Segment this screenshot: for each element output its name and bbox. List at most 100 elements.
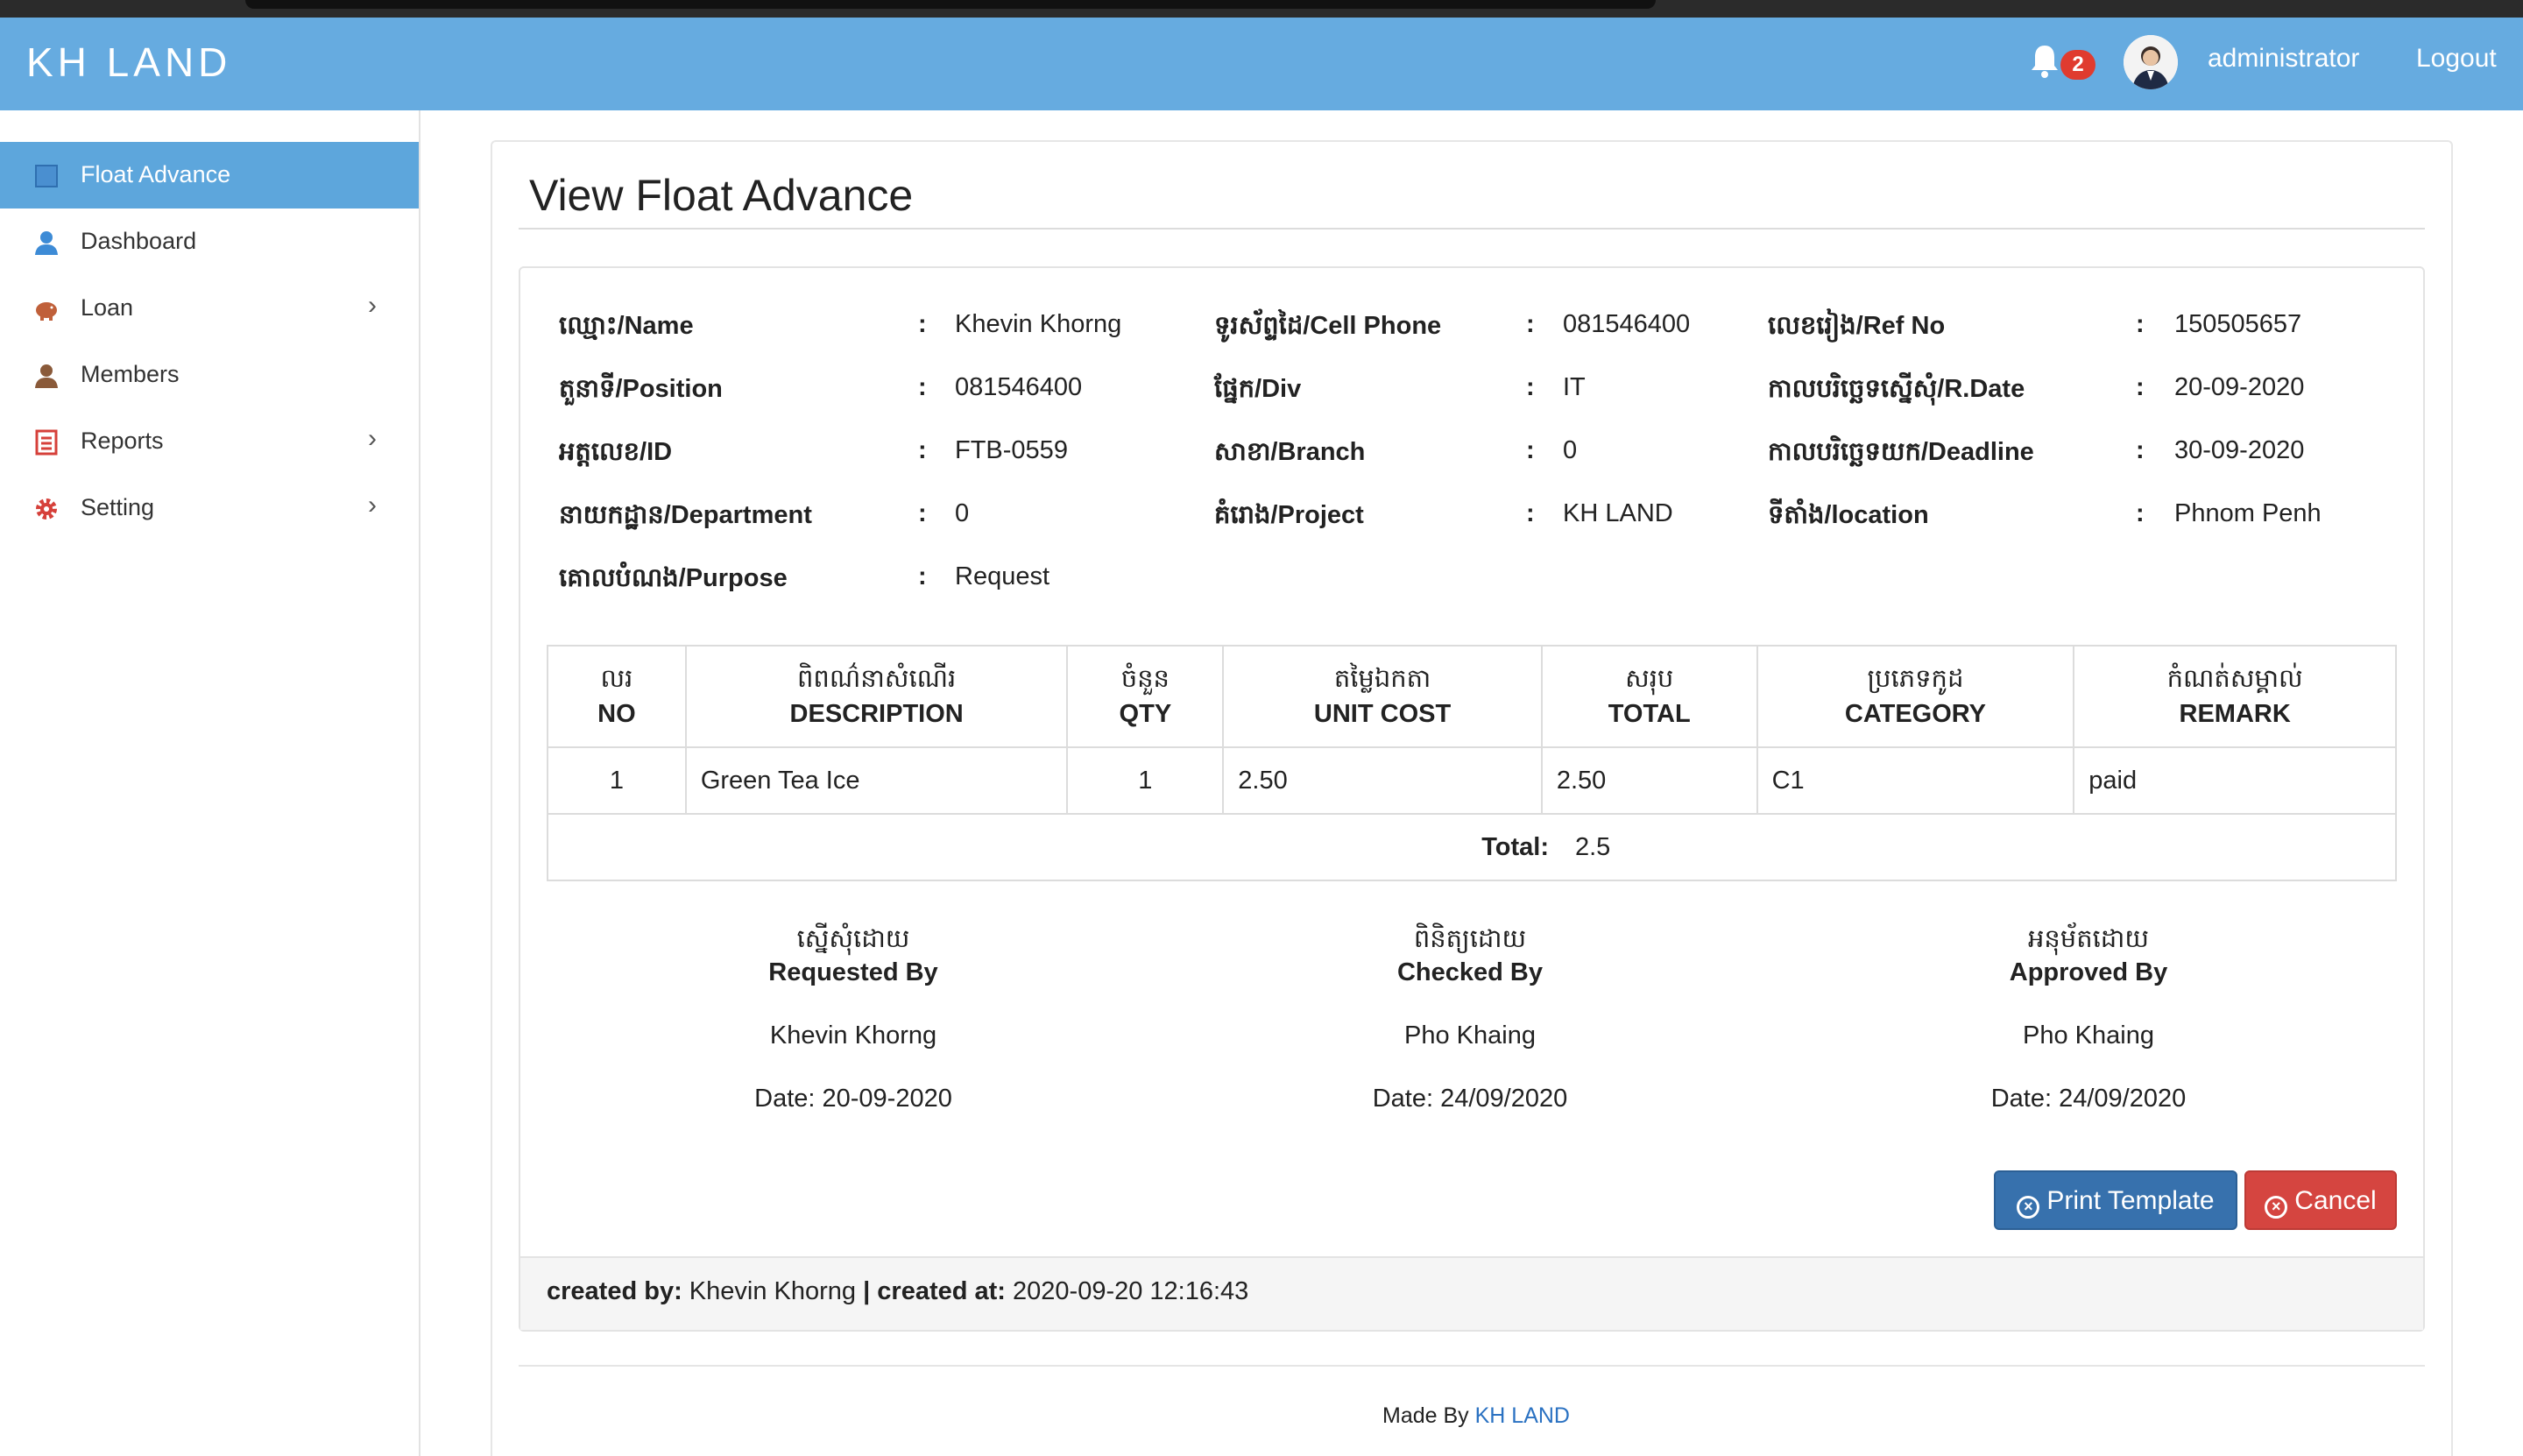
cell-description: Green Tea Ice: [684, 746, 1069, 815]
column-header-category: ប្រភេទកូដ CATEGORY: [1756, 645, 2075, 748]
colon: :: [1526, 436, 1535, 464]
notification-badge: 2: [2060, 50, 2095, 80]
sidebar-item-dashboard[interactable]: Dashboard: [0, 209, 419, 275]
branch-label: សាខា/Branch: [1214, 438, 1366, 466]
ref-no-value: 150505657: [2174, 310, 2302, 338]
cancel-button[interactable]: × Cancel: [2244, 1170, 2397, 1230]
colon: :: [918, 310, 927, 338]
close-circle-icon: ×: [2265, 1196, 2288, 1219]
total-value: 2.5: [1575, 832, 1611, 861]
top-navbar: KH LAND 2 administrator Logout: [0, 18, 2523, 110]
signature-requested: ស្នើសុំដោយ Requested By Khevin Khorng Da…: [634, 923, 1072, 1113]
chevron-right-icon: ›: [368, 291, 377, 320]
sidebar-item-loan[interactable]: Loan ›: [0, 275, 419, 342]
sidebar-item-float-advance[interactable]: Float Advance: [0, 142, 419, 209]
name-label: ឈ្មោះ/Name: [559, 312, 694, 340]
avatar[interactable]: [2124, 35, 2178, 89]
signature-label: Checked By: [1396, 958, 1543, 986]
signature-khmer-label: អនុម័តដោយ: [2027, 925, 2150, 953]
cell-phone-label: ទូរស័ព្ទដៃ/Cell Phone: [1214, 312, 1442, 340]
signature-label: Requested By: [768, 958, 938, 986]
cell-no: 1: [547, 746, 687, 815]
colon: :: [2136, 436, 2145, 464]
cell-qty: 1: [1066, 746, 1225, 815]
r-date-label: កាលបរិច្ឆេទស្នើសុំ/R.Date: [1768, 375, 2025, 403]
div-label: ផ្នែក/Div: [1214, 375, 1302, 403]
branch-value: 0: [1563, 436, 1578, 464]
project-label: គំរោង/Project: [1214, 501, 1364, 529]
column-header-unit-cost: តម្លៃឯកតា UNIT COST: [1222, 645, 1543, 748]
colon: :: [918, 499, 927, 527]
items-table: លរ NO ពិពណ៌នាសំណើរ DESCRIPTION ចំនួន QTY តម…: [547, 645, 2397, 881]
total-label: Total:: [1481, 832, 1549, 861]
made-by-footer: Made By KH LAND: [1382, 1403, 1570, 1428]
column-header-remark: កំណត់សម្គាល់ REMARK: [2073, 645, 2397, 748]
colon: :: [2136, 373, 2145, 401]
colon: :: [918, 436, 927, 464]
signature-khmer-label: ស្នើសុំដោយ: [796, 925, 910, 953]
sidebar-item-members[interactable]: Members: [0, 342, 419, 408]
piggy-bank-icon: [36, 302, 57, 321]
colon: :: [2136, 499, 2145, 527]
sidebar-item-setting[interactable]: Setting ›: [0, 475, 419, 541]
location-value: Phnom Penh: [2174, 499, 2322, 527]
grid-icon: [35, 165, 58, 187]
signature-date: Date: 24/09/2020: [1990, 1085, 2187, 1113]
id-label: អត្តលេខ/ID: [559, 438, 673, 466]
position-value: 081546400: [955, 373, 1083, 401]
page-title: View Float Advance: [529, 171, 914, 220]
cell-unit-cost: 2.50: [1222, 746, 1543, 815]
purpose-value: Request: [955, 562, 1050, 590]
department-label: នាយកដ្ឋាន/Department: [559, 501, 812, 529]
signature-name: Pho Khaing: [1404, 1021, 1536, 1050]
sidebar-item-label: Reports: [81, 428, 164, 454]
r-date-value: 20-09-2020: [2174, 373, 2305, 401]
colon: :: [1526, 499, 1535, 527]
sidebar: Float Advance Dashboard Loan › Members R…: [0, 110, 420, 1456]
colon: :: [918, 562, 927, 590]
bell-icon[interactable]: [2027, 42, 2062, 81]
sidebar-item-label: Loan: [81, 294, 134, 321]
divider: [519, 228, 2425, 230]
sidebar-item-reports[interactable]: Reports ›: [0, 408, 419, 475]
sidebar-item-label: Float Advance: [81, 161, 231, 187]
made-by-link[interactable]: KH LAND: [1475, 1403, 1570, 1428]
column-header-description: ពិពណ៌នាសំណើរ DESCRIPTION: [684, 645, 1069, 748]
user-icon: [35, 231, 58, 255]
table-header-row: លរ NO ពិពណ៌នាសំណើរ DESCRIPTION ចំនួន QTY តម…: [547, 645, 2397, 748]
signature-name: Pho Khaing: [2023, 1021, 2154, 1050]
location-label: ទីតាំង/location: [1768, 501, 1929, 529]
cell-category: C1: [1756, 746, 2075, 815]
list-icon: [35, 429, 58, 456]
print-template-button[interactable]: × Print Template: [1994, 1170, 2237, 1230]
created-info: created by: Khevin Khorng | created at: …: [547, 1277, 1249, 1305]
cell-phone-value: 081546400: [1563, 310, 1691, 338]
purpose-label: គោលបំណង/Purpose: [559, 564, 788, 592]
deadline-label: កាលបរិច្ឆេទយក/Deadline: [1768, 438, 2034, 466]
sidebar-item-label: Members: [81, 361, 180, 387]
column-header-total: សរុប TOTAL: [1540, 645, 1758, 748]
colon: :: [918, 373, 927, 401]
sidebar-item-label: Setting: [81, 494, 155, 520]
column-header-qty: ចំនួន QTY: [1066, 645, 1225, 748]
signature-approved: អនុម័តដោយ Approved By Pho Khaing Date: 2…: [1869, 923, 2307, 1113]
colon: :: [2136, 310, 2145, 338]
table-row: 1 Green Tea Ice 1 2.50 2.50 C1 paid: [547, 746, 2397, 815]
project-value: KH LAND: [1563, 499, 1673, 527]
colon: :: [1526, 373, 1535, 401]
deadline-value: 30-09-2020: [2174, 436, 2305, 464]
user-icon: [35, 364, 58, 388]
sidebar-item-label: Dashboard: [81, 228, 197, 254]
signature-khmer-label: ពិនិត្យដោយ: [1413, 925, 1527, 953]
div-value: IT: [1563, 373, 1586, 401]
brand-logo[interactable]: KH LAND: [26, 39, 231, 86]
user-menu[interactable]: administrator: [2208, 44, 2359, 74]
close-circle-icon: ×: [2017, 1196, 2040, 1219]
address-bar: [245, 0, 1656, 9]
colon: :: [1526, 310, 1535, 338]
column-header-no: លរ NO: [547, 645, 687, 748]
browser-chrome: [0, 0, 2523, 18]
logout-link[interactable]: Logout: [2416, 44, 2497, 74]
gear-icon: [36, 498, 57, 519]
name-value: Khevin Khorng: [955, 310, 1122, 338]
